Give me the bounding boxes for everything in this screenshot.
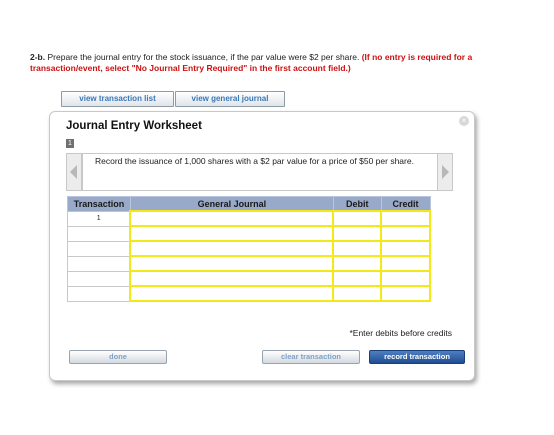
table-row: 1 [67, 210, 431, 227]
question-text: Prepare the journal entry for the stock … [45, 52, 362, 62]
account-field[interactable] [129, 210, 335, 227]
debit-field[interactable] [332, 225, 383, 242]
credit-field[interactable] [380, 270, 431, 287]
table-row [67, 285, 431, 302]
view-transaction-list-button[interactable]: view transaction list [61, 91, 174, 107]
table-row [67, 255, 431, 272]
page-number-badge: 1 [66, 139, 74, 148]
table-row [67, 225, 431, 242]
column-header-credit: Credit [380, 196, 431, 212]
account-field[interactable] [129, 285, 335, 302]
transaction-number: 1 [67, 210, 131, 227]
column-header-general-journal: General Journal [129, 196, 334, 212]
journal-entry-worksheet: Journal Entry Worksheet × 1 Record the i… [49, 111, 475, 381]
transaction-prompt: Record the issuance of 1,000 shares with… [82, 153, 438, 191]
credit-field[interactable] [380, 210, 431, 227]
clear-transaction-button[interactable]: clear transaction [262, 350, 360, 364]
credit-field[interactable] [380, 255, 431, 272]
prompt-text: Record the issuance of 1,000 shares with… [95, 156, 414, 166]
debit-field[interactable] [332, 240, 383, 257]
view-general-journal-button[interactable]: view general journal [175, 91, 285, 107]
debit-field[interactable] [332, 210, 383, 227]
credit-field[interactable] [380, 240, 431, 257]
journal-table: Transaction General Journal Debit Credit… [67, 196, 431, 302]
close-icon[interactable]: × [459, 116, 469, 126]
account-field[interactable] [129, 255, 335, 272]
account-field[interactable] [129, 240, 335, 257]
transaction-number [67, 240, 131, 257]
column-header-debit: Debit [332, 196, 382, 212]
debit-field[interactable] [332, 255, 383, 272]
debit-field[interactable] [332, 270, 383, 287]
next-arrow-icon[interactable] [437, 153, 453, 191]
table-row [67, 270, 431, 287]
credit-field[interactable] [380, 285, 431, 302]
account-field[interactable] [129, 225, 335, 242]
debit-field[interactable] [332, 285, 383, 302]
transaction-number [67, 225, 131, 242]
debits-before-credits-note: *Enter debits before credits [349, 328, 452, 338]
instructions: 2-b. Prepare the journal entry for the s… [30, 52, 530, 74]
worksheet-title: Journal Entry Worksheet [66, 120, 202, 132]
transaction-number [67, 285, 131, 302]
column-header-transaction: Transaction [67, 196, 131, 212]
previous-arrow-icon[interactable] [66, 153, 82, 191]
record-transaction-button[interactable]: record transaction [369, 350, 465, 364]
credit-field[interactable] [380, 225, 431, 242]
done-button[interactable]: done [69, 350, 167, 364]
transaction-number [67, 270, 131, 287]
question-number: 2-b. [30, 52, 46, 62]
account-field[interactable] [129, 270, 335, 287]
transaction-number [67, 255, 131, 272]
table-row [67, 240, 431, 257]
